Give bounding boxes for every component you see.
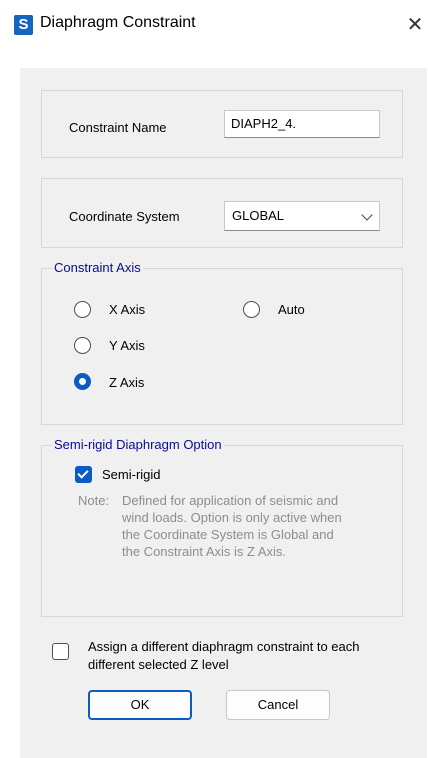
ok-button[interactable]: OK — [88, 690, 192, 720]
constraint-name-label: Constraint Name — [69, 120, 167, 135]
x-axis-radio[interactable] — [74, 301, 91, 318]
window-title: Diaphragm Constraint — [40, 14, 196, 31]
coordinate-system-select[interactable]: GLOBAL — [224, 201, 380, 231]
title-bar: S Diaphragm Constraint ✕ — [0, 0, 428, 50]
z-axis-label[interactable]: Z Axis — [109, 375, 144, 390]
y-axis-radio[interactable] — [74, 337, 91, 354]
coordinate-system-label: Coordinate System — [69, 209, 180, 224]
semi-rigid-legend: Semi-rigid Diaphragm Option — [52, 437, 224, 452]
coordinate-system-value: GLOBAL — [232, 208, 285, 223]
constraint-axis-group — [41, 268, 403, 425]
semi-rigid-label[interactable]: Semi-rigid — [102, 467, 161, 482]
assign-different-constraint-label[interactable]: Assign a different diaphragm constraint … — [88, 638, 408, 674]
cancel-button[interactable]: Cancel — [226, 690, 330, 720]
note-label: Note: — [78, 493, 110, 508]
y-axis-label[interactable]: Y Axis — [109, 338, 145, 353]
note-text: Defined for application of seismic and w… — [122, 493, 342, 559]
auto-radio[interactable] — [243, 301, 260, 318]
checkmark-icon — [77, 467, 89, 479]
assign-different-constraint-checkbox[interactable] — [52, 643, 69, 660]
chevron-down-icon — [361, 209, 373, 221]
auto-label[interactable]: Auto — [278, 302, 305, 317]
z-axis-radio[interactable] — [74, 373, 91, 390]
constraint-name-input[interactable]: DIAPH2_4. — [224, 110, 380, 138]
semi-rigid-checkbox[interactable] — [75, 466, 92, 483]
close-icon[interactable]: ✕ — [404, 12, 426, 36]
constraint-axis-legend: Constraint Axis — [52, 260, 143, 275]
x-axis-label[interactable]: X Axis — [109, 302, 145, 317]
app-logo-icon: S — [14, 15, 33, 35]
